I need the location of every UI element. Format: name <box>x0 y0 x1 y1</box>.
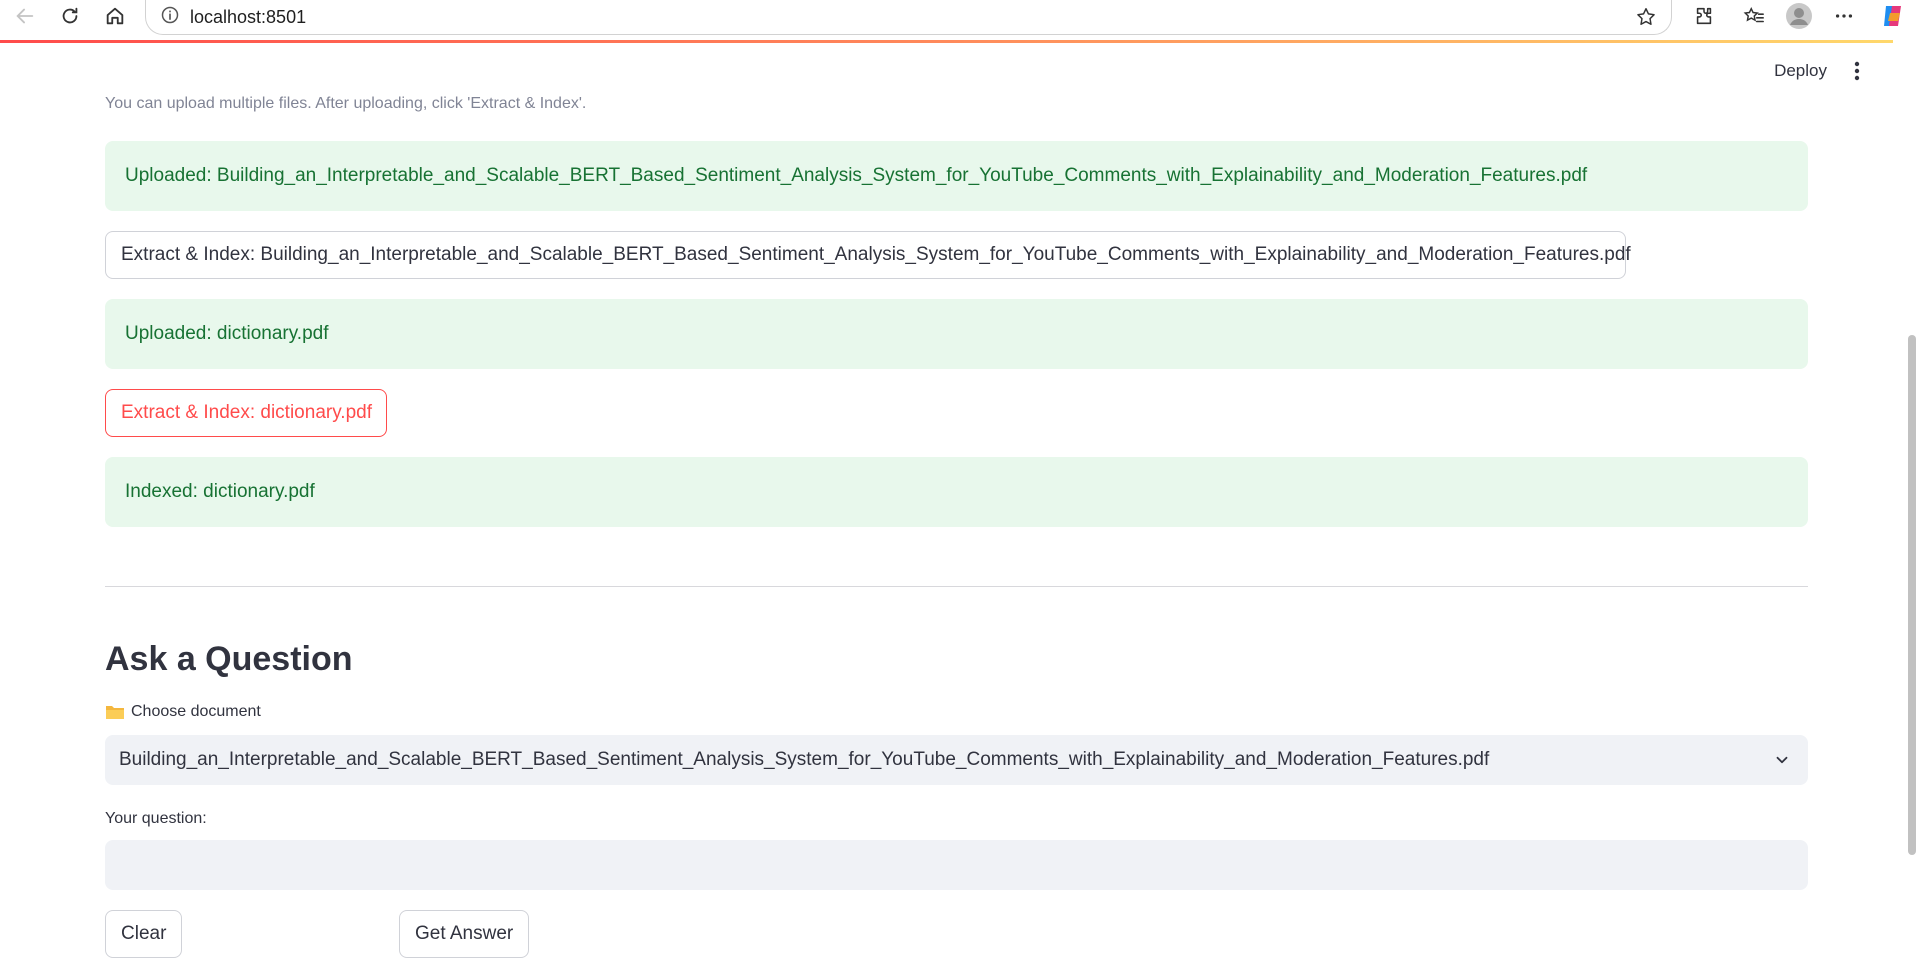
back-icon[interactable] <box>8 0 42 32</box>
copilot-icon[interactable] <box>1876 0 1910 32</box>
choose-document-label: Choose document <box>105 703 261 721</box>
question-label: Your question: <box>105 810 207 827</box>
favorites-icon[interactable] <box>1737 0 1771 32</box>
main-menu-icon[interactable] <box>1845 57 1869 85</box>
more-icon[interactable] <box>1827 0 1861 32</box>
clear-button[interactable]: Clear <box>105 910 183 958</box>
upload-caption: You can upload multiple files. After upl… <box>105 95 587 112</box>
star-icon[interactable] <box>1631 2 1661 32</box>
profile-icon[interactable] <box>1782 0 1816 32</box>
extract-index-button[interactable]: Extract & Index: Building_an_Interpretab… <box>105 231 1631 279</box>
app-header: Deploy <box>0 43 1893 99</box>
extensions-icon[interactable] <box>1687 0 1721 32</box>
indexed-success-alert: Indexed: dictionary.pdf <box>105 457 1808 527</box>
selected-document: Building_an_Interpretable_and_Scalable_B… <box>119 749 1490 770</box>
question-input[interactable] <box>105 840 1808 890</box>
url-text[interactable]: localhost:8501 <box>190 7 306 28</box>
info-icon[interactable] <box>160 5 180 30</box>
scrollbar-thumb[interactable] <box>1908 335 1916 855</box>
document-select[interactable]: Building_an_Interpretable_and_Scalable_B… <box>105 735 1808 785</box>
extract-index-button[interactable]: Extract & Index: dictionary.pdf <box>105 389 387 437</box>
chevron-down-icon[interactable] <box>1770 748 1794 772</box>
get-answer-button[interactable]: Get Answer <box>399 910 530 958</box>
section-divider <box>105 586 1808 587</box>
upload-success-alert: Uploaded: dictionary.pdf <box>105 299 1808 369</box>
deploy-button[interactable]: Deploy <box>1768 57 1833 85</box>
upload-success-alert: Uploaded: Building_an_Interpretable_and_… <box>105 141 1808 211</box>
refresh-icon[interactable] <box>53 0 87 32</box>
page-title: Ask a Question <box>105 640 353 678</box>
address-bar[interactable]: localhost:8501 <box>145 0 1672 35</box>
browser-toolbar: localhost:8501 <box>0 0 1920 35</box>
home-icon[interactable] <box>98 0 132 32</box>
choose-document-label-text: Choose document <box>131 703 261 720</box>
folder-icon <box>105 704 125 720</box>
